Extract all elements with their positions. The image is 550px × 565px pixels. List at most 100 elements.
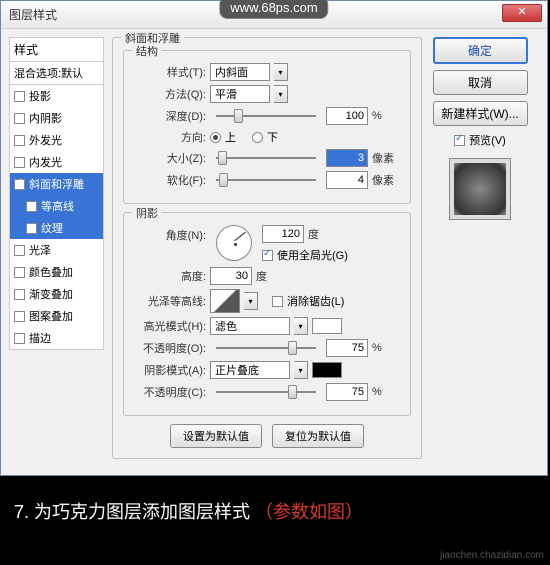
style-item-label: 等高线 bbox=[41, 198, 74, 214]
highlight-color-swatch[interactable] bbox=[312, 318, 342, 334]
angle-unit: 度 bbox=[308, 226, 336, 242]
style-list: 投影内阴影外发光内发光斜面和浮雕等高线纹理光泽颜色叠加渐变叠加图案叠加描边 bbox=[9, 85, 104, 350]
preview-checkbox[interactable] bbox=[454, 135, 465, 146]
style-item-label: 外发光 bbox=[29, 132, 62, 148]
style-item-外发光[interactable]: 外发光 bbox=[10, 129, 103, 151]
style-item-斜面和浮雕[interactable]: 斜面和浮雕 bbox=[10, 173, 103, 195]
global-light-label: 使用全局光(G) bbox=[277, 247, 348, 263]
shadow-mode-dropdown[interactable]: 正片叠底 bbox=[210, 361, 290, 379]
depth-label: 深度(D): bbox=[134, 108, 206, 124]
style-item-纹理[interactable]: 纹理 bbox=[10, 217, 103, 239]
style-dropdown[interactable]: 内斜面 bbox=[210, 63, 270, 81]
style-checkbox[interactable] bbox=[14, 311, 25, 322]
style-item-label: 纹理 bbox=[41, 220, 63, 236]
reset-default-button[interactable]: 复位为默认值 bbox=[272, 424, 364, 448]
shadow-opacity-slider[interactable] bbox=[216, 384, 316, 400]
depth-slider[interactable] bbox=[216, 108, 316, 124]
dropdown-arrow-icon[interactable]: ▾ bbox=[294, 361, 308, 379]
step-number: 7. bbox=[14, 502, 29, 522]
style-checkbox[interactable] bbox=[26, 223, 37, 234]
shadow-opacity-input[interactable] bbox=[326, 383, 368, 401]
style-checkbox[interactable] bbox=[14, 245, 25, 256]
watermark-badge: www.68ps.com bbox=[219, 0, 328, 19]
soften-slider[interactable] bbox=[216, 172, 316, 188]
preview-label: 预览(V) bbox=[469, 132, 506, 148]
shadow-opacity-label: 不透明度(C): bbox=[134, 384, 206, 400]
style-checkbox[interactable] bbox=[14, 333, 25, 344]
highlight-opacity-slider[interactable] bbox=[216, 340, 316, 356]
size-input[interactable] bbox=[326, 149, 368, 167]
angle-label: 角度(N): bbox=[134, 227, 206, 243]
step-note: （参数如图） bbox=[255, 502, 363, 522]
size-unit: 像素 bbox=[372, 150, 400, 166]
close-button[interactable]: ✕ bbox=[502, 4, 542, 22]
highlight-opacity-label: 不透明度(O): bbox=[134, 340, 206, 356]
style-item-label: 内发光 bbox=[29, 154, 62, 170]
structure-group: 结构 样式(T): 内斜面 ▾ 方法(Q): 平滑 ▾ 深度(D): bbox=[123, 50, 411, 204]
action-panel: 确定 取消 新建样式(W)... 预览(V) bbox=[430, 37, 530, 467]
style-item-label: 内阴影 bbox=[29, 110, 62, 126]
styles-header[interactable]: 样式 bbox=[9, 37, 104, 62]
antialias-checkbox[interactable] bbox=[272, 296, 283, 307]
opacity-unit: % bbox=[372, 342, 400, 354]
style-checkbox[interactable] bbox=[14, 289, 25, 300]
set-default-button[interactable]: 设置为默认值 bbox=[170, 424, 262, 448]
cancel-button[interactable]: 取消 bbox=[433, 70, 528, 95]
settings-panel: 斜面和浮雕 结构 样式(T): 内斜面 ▾ 方法(Q): 平滑 ▾ 深度(D bbox=[112, 37, 422, 467]
shading-legend: 阴影 bbox=[132, 205, 162, 221]
dropdown-arrow-icon[interactable]: ▾ bbox=[274, 63, 288, 81]
gloss-contour-label: 光泽等高线: bbox=[134, 293, 206, 309]
size-slider[interactable] bbox=[216, 150, 316, 166]
bevel-emboss-group: 斜面和浮雕 结构 样式(T): 内斜面 ▾ 方法(Q): 平滑 ▾ 深度(D bbox=[112, 37, 422, 459]
soften-input[interactable] bbox=[326, 171, 368, 189]
style-item-label: 渐变叠加 bbox=[29, 286, 73, 302]
style-item-颜色叠加[interactable]: 颜色叠加 bbox=[10, 261, 103, 283]
dropdown-arrow-icon[interactable]: ▾ bbox=[244, 292, 258, 310]
tutorial-caption: 7. 为巧克力图层添加图层样式 （参数如图） bbox=[0, 476, 550, 550]
global-light-checkbox[interactable] bbox=[262, 250, 273, 261]
style-item-label: 描边 bbox=[29, 330, 51, 346]
highlight-mode-label: 高光模式(H): bbox=[134, 318, 206, 334]
ok-button[interactable]: 确定 bbox=[433, 37, 528, 64]
soften-unit: 像素 bbox=[372, 172, 400, 188]
altitude-input[interactable] bbox=[210, 267, 252, 285]
style-checkbox[interactable] bbox=[14, 267, 25, 278]
style-item-内阴影[interactable]: 内阴影 bbox=[10, 107, 103, 129]
structure-legend: 结构 bbox=[132, 43, 162, 59]
style-item-投影[interactable]: 投影 bbox=[10, 85, 103, 107]
shadow-mode-label: 阴影模式(A): bbox=[134, 362, 206, 378]
style-checkbox[interactable] bbox=[14, 157, 25, 168]
dropdown-arrow-icon[interactable]: ▾ bbox=[294, 317, 308, 335]
style-item-光泽[interactable]: 光泽 bbox=[10, 239, 103, 261]
dropdown-arrow-icon[interactable]: ▾ bbox=[274, 85, 288, 103]
angle-input[interactable] bbox=[262, 225, 304, 243]
style-checkbox[interactable] bbox=[14, 135, 25, 146]
style-checkbox[interactable] bbox=[26, 201, 37, 212]
window-title: 图层样式 bbox=[9, 6, 57, 23]
new-style-button[interactable]: 新建样式(W)... bbox=[433, 101, 528, 126]
footer-watermark: jiaochen.chazidian.com bbox=[0, 550, 550, 565]
style-item-图案叠加[interactable]: 图案叠加 bbox=[10, 305, 103, 327]
style-label: 样式(T): bbox=[134, 64, 206, 80]
style-item-等高线[interactable]: 等高线 bbox=[10, 195, 103, 217]
technique-dropdown[interactable]: 平滑 bbox=[210, 85, 270, 103]
style-item-内发光[interactable]: 内发光 bbox=[10, 151, 103, 173]
style-item-描边[interactable]: 描边 bbox=[10, 327, 103, 349]
style-checkbox[interactable] bbox=[14, 179, 25, 190]
depth-unit: % bbox=[372, 110, 400, 122]
direction-up-radio[interactable] bbox=[210, 132, 221, 143]
gloss-contour-picker[interactable] bbox=[210, 289, 240, 313]
blending-options[interactable]: 混合选项:默认 bbox=[9, 62, 104, 85]
shadow-color-swatch[interactable] bbox=[312, 362, 342, 378]
direction-down-radio[interactable] bbox=[252, 132, 263, 143]
style-checkbox[interactable] bbox=[14, 91, 25, 102]
style-checkbox[interactable] bbox=[14, 113, 25, 124]
style-item-渐变叠加[interactable]: 渐变叠加 bbox=[10, 283, 103, 305]
size-label: 大小(Z): bbox=[134, 150, 206, 166]
angle-dial[interactable] bbox=[216, 225, 252, 261]
direction-up-label: 上 bbox=[225, 129, 236, 145]
depth-input[interactable] bbox=[326, 107, 368, 125]
highlight-mode-dropdown[interactable]: 滤色 bbox=[210, 317, 290, 335]
highlight-opacity-input[interactable] bbox=[326, 339, 368, 357]
soften-label: 软化(F): bbox=[134, 172, 206, 188]
